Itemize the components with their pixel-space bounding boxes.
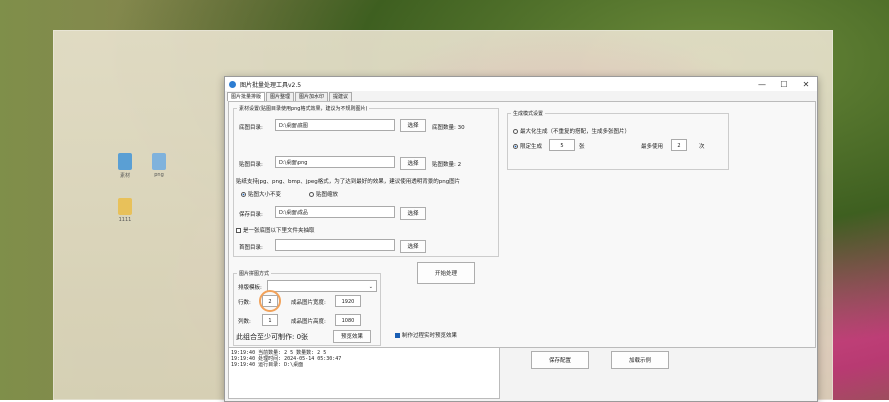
choose-cover-button[interactable]: 选择: [400, 240, 426, 253]
save-dir-field[interactable]: D:\桌面\成品: [275, 206, 395, 218]
maximize-icon[interactable]: ☐: [773, 80, 795, 89]
tab-organize[interactable]: 图片整理: [266, 92, 295, 101]
load-example-button[interactable]: 加载示例: [611, 351, 669, 369]
realtime-preview-checkbox[interactable]: 制作过程实时预览效果: [395, 331, 457, 339]
support-text: 贴纸支持jpg、png、bmp、jpeg格式，为了达到最好的效果，建议使用透明背…: [236, 179, 461, 185]
choose-save-button[interactable]: 选择: [400, 207, 426, 220]
combination-summary: 此组合至少可制作: 0张: [236, 333, 309, 341]
tab-watermark[interactable]: 图片加水印: [295, 92, 329, 101]
extract-checkbox[interactable]: 是一张底图以下里文件夹抽取: [236, 226, 315, 234]
close-icon[interactable]: ✕: [795, 80, 817, 89]
highlight-circle: [259, 290, 281, 312]
chevron-down-icon: ⌄: [368, 284, 373, 290]
image-folder-icon: [152, 153, 166, 170]
choose-sticker-button[interactable]: 选择: [400, 157, 426, 170]
tab-batch-layout[interactable]: 图片批量排版: [227, 92, 266, 101]
fixed-count-field[interactable]: 5: [549, 139, 575, 151]
main-panel: 素材设置(贴图目录使用png格式效果，建议为不规则图片) 底图目录: D:\桌面…: [228, 101, 816, 348]
cols-field[interactable]: 1: [262, 314, 278, 326]
choose-bottom-button[interactable]: 选择: [400, 119, 426, 132]
app-logo-icon: [229, 80, 236, 88]
radio-fixed-generate[interactable]: 限定生成: [513, 142, 542, 150]
cover-dir-field[interactable]: [275, 239, 395, 251]
max-use-field[interactable]: 2: [671, 139, 687, 151]
app-window: 图片批量处理工具v2.5 — ☐ ✕ 图片批量排版 图片整理 图片加水印 提建议…: [224, 76, 818, 402]
minimize-icon[interactable]: —: [751, 80, 773, 89]
title-bar: 图片批量处理工具v2.5 — ☐ ✕: [225, 77, 817, 91]
radio-scale[interactable]: 贴图缩放: [309, 190, 338, 198]
desktop-icon-png[interactable]: png: [146, 153, 172, 178]
width-field[interactable]: 1920: [335, 295, 361, 307]
log-output: 19:19:40 当前数量: 2 5 数量数: 2 5 19:19:40 处理时…: [228, 347, 500, 399]
desktop-icon-1111[interactable]: 1111: [112, 198, 138, 223]
desktop-icon-material[interactable]: 素材: [112, 153, 138, 179]
image-folder-icon: [118, 153, 132, 170]
tab-bar: 图片批量排版 图片整理 图片加水印 提建议: [225, 92, 817, 101]
preview-button[interactable]: 预览效果: [333, 330, 371, 343]
save-config-button[interactable]: 保存配置: [531, 351, 589, 369]
tab-suggest[interactable]: 提建议: [329, 92, 353, 101]
window-title: 图片批量处理工具v2.5: [240, 81, 302, 89]
bottom-dir-field[interactable]: D:\桌面\底图: [275, 119, 395, 131]
generate-settings: 生成模式设置: [507, 110, 729, 170]
folder-icon: [118, 198, 132, 215]
template-select[interactable]: ⌄: [267, 280, 377, 292]
sticker-dir-field[interactable]: D:\桌面\png: [275, 156, 395, 168]
radio-keep-size[interactable]: 贴图大小不变: [241, 190, 281, 198]
start-button[interactable]: 开始处理: [417, 262, 475, 284]
radio-max-generate[interactable]: 最大化生成（不重复的搭配，生成多张图片）: [513, 127, 630, 135]
height-field[interactable]: 1080: [335, 314, 361, 326]
